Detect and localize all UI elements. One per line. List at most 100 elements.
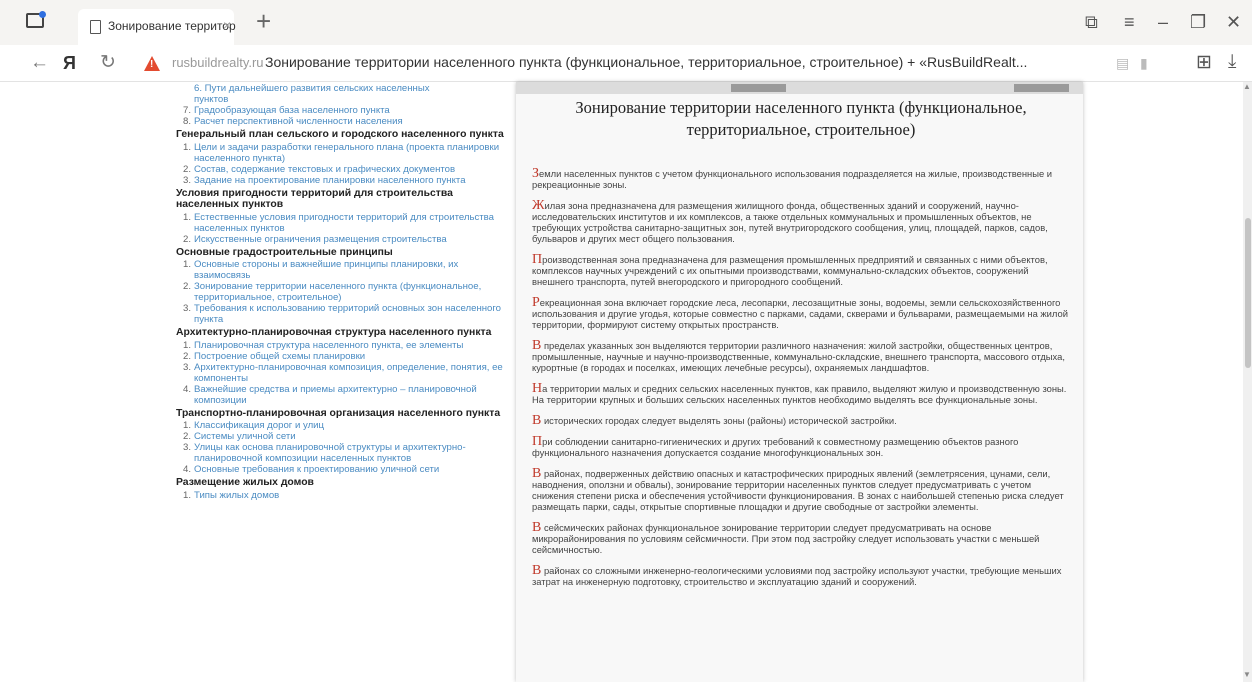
sidebar-link[interactable]: 2. Зонирование территории населенного пун… — [176, 281, 506, 303]
sidebar-link-text[interactable]: Состав, содержание текстовых и графическ… — [194, 164, 455, 175]
sidebar-link-text[interactable]: Системы уличной сети — [194, 431, 296, 442]
page-icon — [90, 20, 101, 34]
article-paragraph: В сейсмических районах функциональное зо… — [532, 521, 1072, 556]
vertical-scrollbar[interactable] — [1243, 82, 1252, 682]
sidebar-link-number: 1. — [183, 339, 192, 351]
sidebar-link-number: 1. — [183, 420, 192, 431]
sidebar-link[interactable]: 6. Пути дальнейшего развития сельских на… — [176, 83, 506, 94]
tabs-overview-icon[interactable] — [26, 11, 46, 28]
sidebar-list: 1. Основные стороны и важнейшие принципы … — [176, 259, 506, 325]
reload-icon[interactable]: ↻ — [100, 52, 116, 74]
sidebar-link-number: 4. — [183, 383, 192, 395]
sidebar-link-number: 3. — [183, 442, 192, 453]
back-icon[interactable]: ← — [30, 52, 49, 74]
sidebar-link-text[interactable]: Естественные условия пригодности террито… — [194, 212, 494, 234]
sidebar-list: 1. Планировочная структура населенного пу… — [176, 340, 506, 406]
sidebar-link[interactable]: 2. Системы уличной сети — [176, 431, 506, 442]
scrollbar-thumb[interactable] — [1245, 218, 1251, 368]
sidebar-link[interactable]: 3. Задание на проектирование планировки н… — [176, 175, 506, 186]
sidebar-link-number: 2. — [183, 163, 192, 175]
bookmarks-panel-icon[interactable]: ⧉ — [1085, 8, 1098, 36]
sidebar-link-number: 1. — [183, 211, 192, 223]
sidebar-link[interactable]: 1. Цели и задачи разработки генерального … — [176, 142, 506, 164]
sidebar-link-number: 3. — [183, 361, 192, 373]
browser-tab[interactable]: Зонирование территор × — [78, 9, 236, 45]
sidebar-link-text[interactable]: Искусственные ограничения размещения стр… — [194, 234, 447, 245]
paragraph-text: илая зона предназначена для размещения ж… — [532, 200, 1048, 244]
sidebar-link-text[interactable]: Зонирование территории населенного пункт… — [194, 281, 481, 303]
sidebar-link-number: 2. — [183, 233, 192, 245]
sidebar-link-text[interactable]: Важнейшие средства и приемы архитектурно… — [194, 384, 477, 406]
sidebar-link-text[interactable]: Построение общей схемы планировки — [194, 351, 365, 362]
sidebar-link[interactable]: 3. Улицы как основа планировочной структу… — [176, 442, 506, 464]
sidebar-link-text[interactable]: Планировочная структура населенного пунк… — [194, 340, 463, 351]
minimize-icon[interactable]: – — [1158, 8, 1168, 36]
sidebar-link-number: 8. — [183, 116, 192, 127]
address-domain[interactable]: rusbuildrealty.ru — [172, 55, 264, 70]
sidebar-link-text[interactable]: Архитектурно-планировочная композиция, о… — [194, 362, 503, 384]
sidebar-link-number: 2. — [183, 350, 192, 362]
sidebar-section-title: Условия пригодности территорий для строи… — [176, 187, 453, 211]
sidebar-link-text[interactable]: Основные стороны и важнейшие принципы пл… — [194, 259, 458, 281]
sidebar-link-text[interactable]: Требования к использованию территорий ос… — [194, 303, 501, 325]
sidebar-link[interactable]: 3. Требования к использованию территорий … — [176, 303, 506, 325]
yandex-logo[interactable]: Я — [63, 52, 76, 74]
strip-button[interactable] — [731, 84, 786, 92]
bookmark-icon[interactable]: ▮ — [1140, 55, 1148, 72]
scroll-down-icon[interactable]: ▼ — [1243, 670, 1251, 679]
sidebar-link[interactable]: 4. Основные требования к проектированию у… — [176, 464, 506, 475]
paragraph-text: сейсмических районах функциональное зони… — [532, 522, 1040, 555]
sidebar-link-number: 2. — [183, 281, 192, 292]
sidebar-section-title: Основные градостроительные принципы — [176, 246, 393, 258]
article-paragraph: В пределах указанных зон выделяются терр… — [532, 339, 1072, 374]
sidebar-link[interactable]: 8. Расчет перспективной численности насел… — [176, 116, 506, 127]
sidebar-link-text[interactable]: Расчет перспективной численности населен… — [194, 116, 403, 127]
article-paragraph: Жилая зона предназначена для размещения … — [532, 199, 1072, 245]
sidebar-link-text[interactable]: Основные требования к проектированию ули… — [194, 464, 439, 475]
sidebar-link[interactable]: пунктов — [176, 94, 506, 105]
sidebar-link[interactable]: 7. Градообразующая база населенного пункт… — [176, 105, 506, 116]
sidebar-link[interactable]: 3. Архитектурно-планировочная композиция,… — [176, 362, 506, 384]
sidebar-link-text[interactable]: Классификация дорог и улиц — [194, 420, 324, 431]
close-tab-icon[interactable]: × — [223, 17, 231, 33]
article-paragraph: В районах, подверженных действию опасных… — [532, 467, 1072, 513]
menu-icon[interactable]: ≡ — [1124, 8, 1135, 36]
sidebar-link[interactable]: 1. Планировочная структура населенного пу… — [176, 340, 506, 351]
sidebar-link-text[interactable]: пунктов — [194, 94, 228, 105]
sidebar-link-text[interactable]: Задание на проектирование планировки нас… — [194, 175, 466, 186]
new-tab-icon[interactable]: + — [256, 6, 271, 36]
address-bar: ← Я ↻ ! rusbuildrealty.ru Зонирование те… — [0, 45, 1252, 82]
sidebar-link[interactable]: 1. Основные стороны и важнейшие принципы … — [176, 259, 506, 281]
sidebar-link-text[interactable]: 6. Пути дальнейшего развития сельских на… — [194, 83, 430, 94]
reader-mode-icon[interactable]: ▤ — [1116, 55, 1129, 72]
sidebar-link-text[interactable]: Градообразующая база населенного пункта — [194, 105, 390, 116]
sidebar-link[interactable]: 1. Естественные условия пригодности терри… — [176, 212, 506, 234]
sidebar-link[interactable]: 2. Состав, содержание текстовых и графиче… — [176, 164, 506, 175]
sidebar-link-text[interactable]: Улицы как основа планировочной структуры… — [194, 442, 466, 464]
sidebar-link-number: 1. — [183, 489, 192, 501]
sidebar-list: 1. Цели и задачи разработки генерального … — [176, 142, 506, 186]
sidebar-link-number: 1. — [183, 141, 192, 153]
sidebar-link[interactable]: 2. Искусственные ограничения размещения с… — [176, 234, 506, 245]
download-icon[interactable]: ⤓ — [1228, 51, 1236, 73]
scroll-up-icon[interactable]: ▲ — [1243, 82, 1251, 91]
sidebar-link[interactable]: 1. Классификация дорог и улиц — [176, 420, 506, 431]
sidebar-list: 6. Пути дальнейшего развития сельских на… — [176, 83, 506, 127]
strip-button[interactable] — [1014, 84, 1069, 92]
insecure-warning-icon[interactable]: ! — [144, 56, 160, 71]
article-title: Зонирование территории населенного пункт… — [575, 98, 1027, 139]
article-body: Земли населенных пунктов с учетом функци… — [532, 167, 1072, 597]
translate-icon[interactable]: ⊞ — [1196, 51, 1212, 74]
sidebar-link-text[interactable]: Цели и задачи разработки генерального пл… — [194, 142, 499, 164]
sidebar-list: 1. Естественные условия пригодности терри… — [176, 212, 506, 245]
sidebar-link-text[interactable]: Типы жилых домов — [194, 490, 279, 501]
restore-icon[interactable]: ❐ — [1190, 8, 1206, 36]
article-paragraph: При соблюдении санитарно-гигиенических и… — [532, 435, 1072, 459]
sidebar-link[interactable]: 2. Построение общей схемы планировки — [176, 351, 506, 362]
sidebar-link[interactable]: 4. Важнейшие средства и приемы архитектур… — [176, 384, 506, 406]
article-paragraph: Земли населенных пунктов с учетом функци… — [532, 167, 1072, 191]
sidebar-link[interactable]: 1. Типы жилых домов — [176, 490, 506, 501]
tab-title: Зонирование территор — [108, 19, 236, 33]
address-page-title[interactable]: Зонирование территории населенного пункт… — [265, 54, 1027, 70]
close-window-icon[interactable]: ✕ — [1226, 8, 1241, 36]
